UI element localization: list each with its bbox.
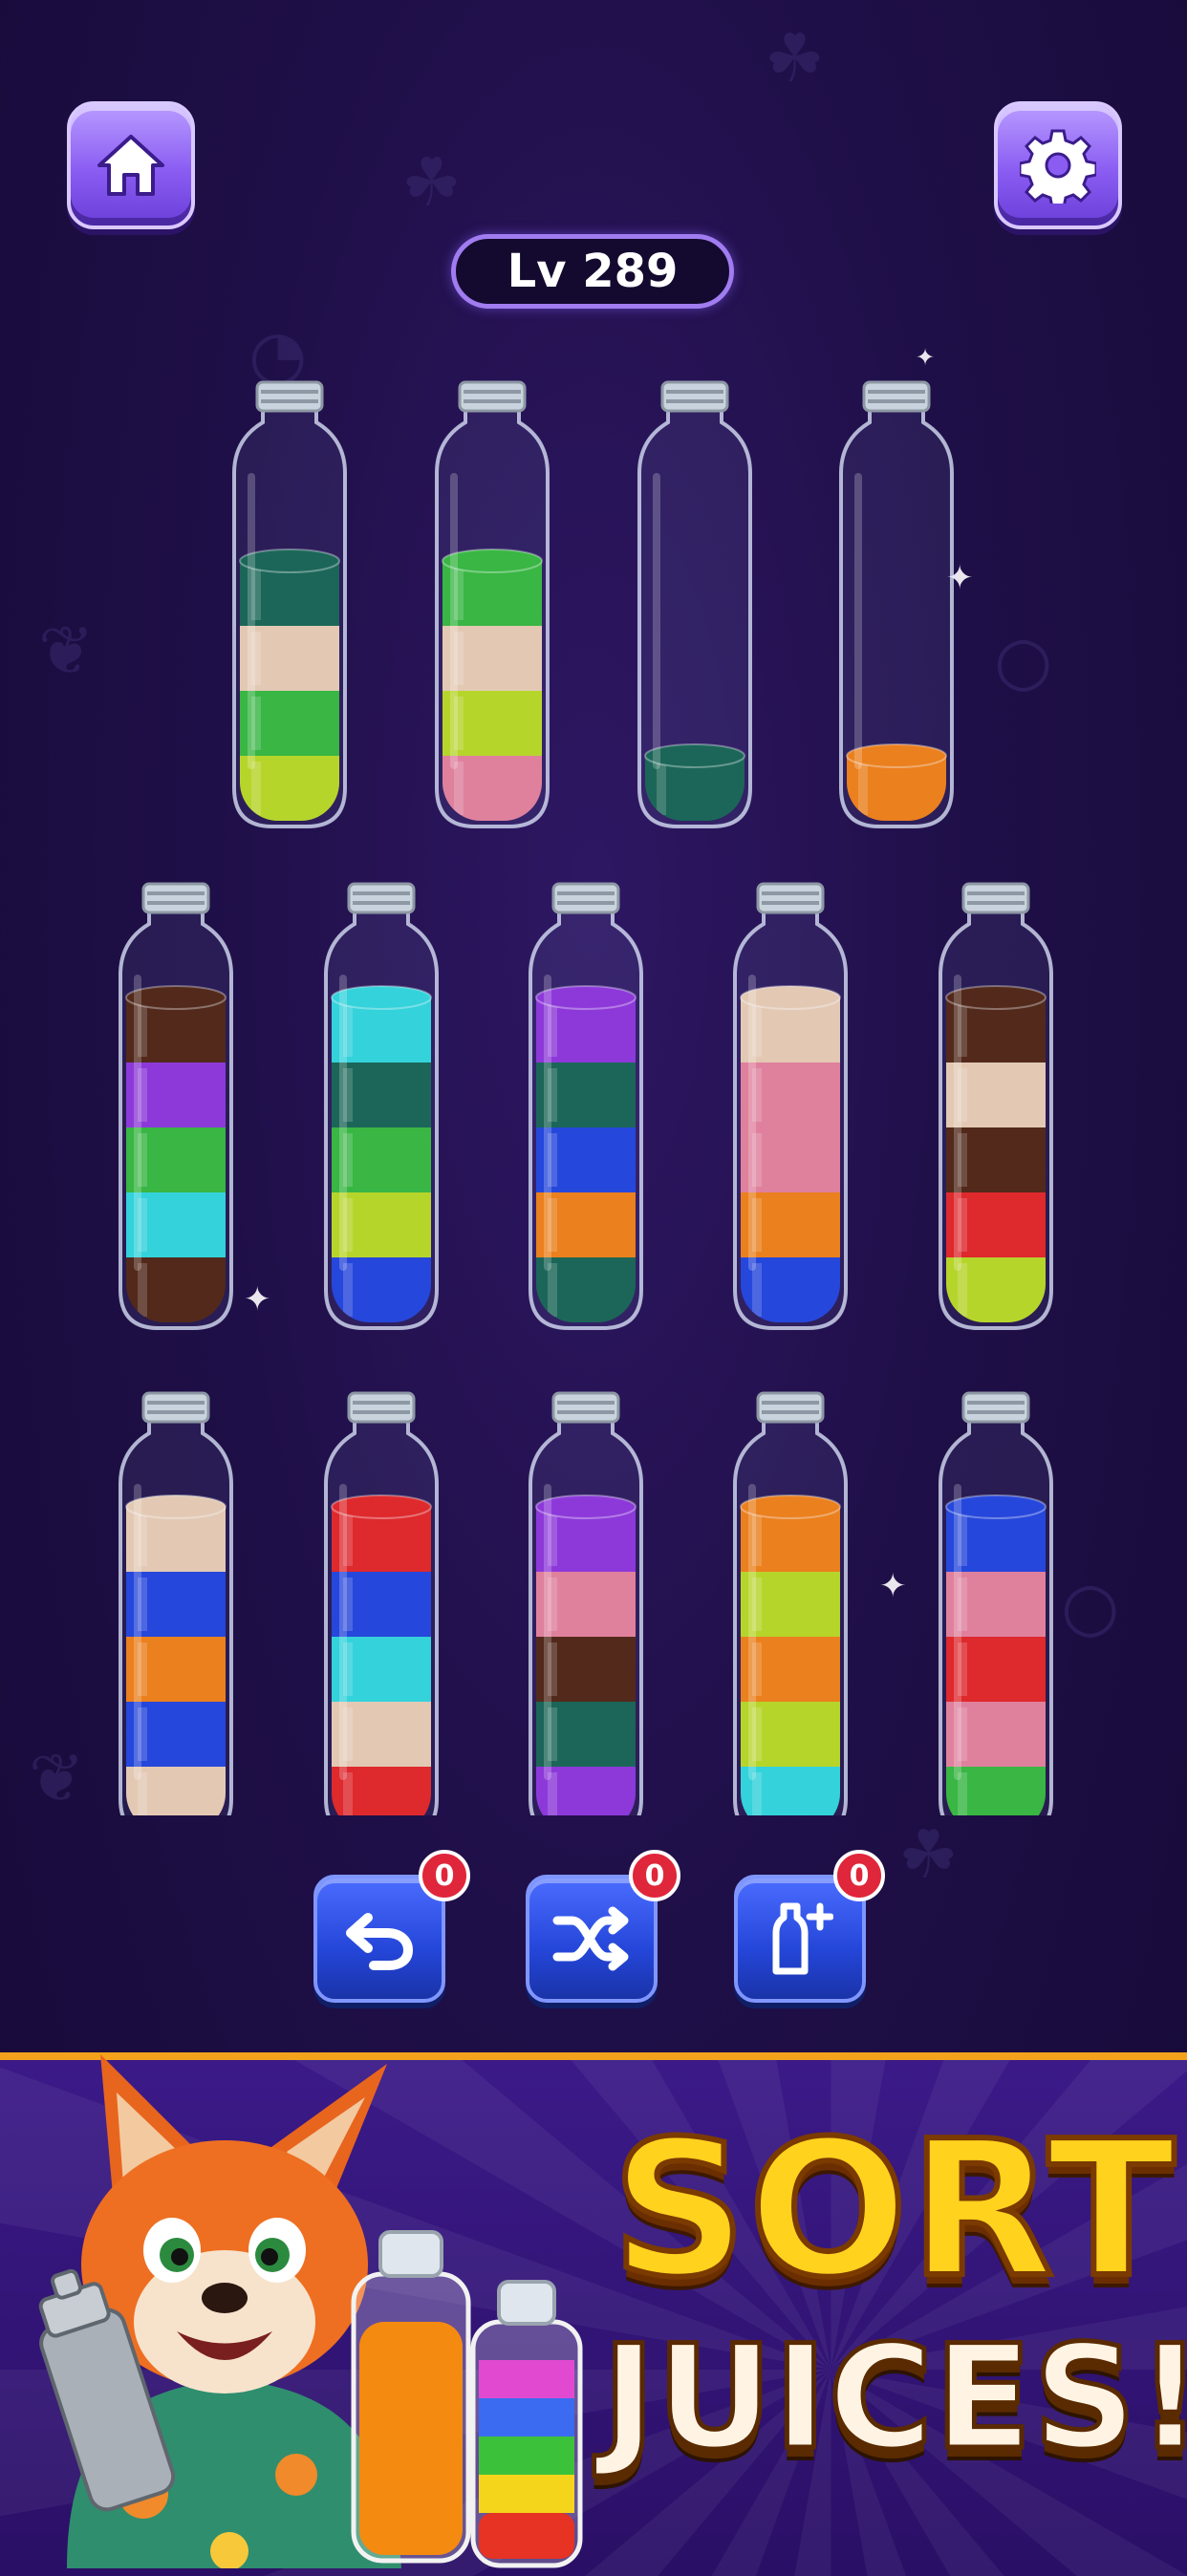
banner-title-juices: JUICES!: [600, 2315, 1187, 2481]
bottle[interactable]: [637, 380, 752, 830]
cap-ridge: [967, 901, 1025, 905]
cap-ridge: [557, 891, 615, 895]
glass-highlight: [748, 975, 756, 1271]
cap-ridge: [967, 1401, 1025, 1405]
cap-ridge: [464, 399, 521, 403]
add-bottle-icon: [772, 1902, 833, 1975]
glass-highlight: [748, 1484, 756, 1780]
bottle[interactable]: [232, 380, 347, 830]
bottle[interactable]: [529, 1391, 643, 1815]
fox-mascot-illustration: [38, 2054, 583, 2568]
bottle-cap: [961, 1391, 1030, 1424]
cap-ridge: [147, 1401, 205, 1405]
bottle[interactable]: [119, 882, 233, 1332]
cap-ridge: [147, 1410, 205, 1414]
cap-ridge: [353, 1410, 410, 1414]
bottle[interactable]: [529, 882, 643, 1332]
fruit-doodle-icon: ☘: [898, 1815, 959, 1894]
bottle-cap: [141, 882, 210, 914]
glass-highlight: [248, 473, 255, 769]
glass-highlight: [954, 1484, 961, 1780]
bottle-cap: [141, 1391, 210, 1424]
cap-ridge: [868, 399, 925, 403]
cap-ridge: [147, 891, 205, 895]
cap-ridge: [666, 390, 723, 394]
bottle[interactable]: [733, 1391, 848, 1815]
glass-highlight: [544, 975, 551, 1271]
bottle[interactable]: [435, 380, 550, 830]
banner-title-sort: SORT: [609, 2101, 1178, 2319]
bottle[interactable]: [939, 882, 1053, 1332]
bottle-grid: [119, 380, 1053, 1815]
bottle[interactable]: [939, 1391, 1053, 1815]
cap-ridge: [666, 399, 723, 403]
bottle-cap: [347, 1391, 416, 1424]
bottle-cap: [756, 882, 825, 914]
glass-highlight: [339, 1484, 347, 1780]
cap-ridge: [353, 891, 410, 895]
bottle-cap: [961, 882, 1030, 914]
bottle[interactable]: [733, 882, 848, 1332]
bottle[interactable]: [119, 1391, 233, 1815]
cap-ridge: [762, 1410, 819, 1414]
bottle-cap: [660, 380, 729, 413]
glass-highlight: [450, 473, 458, 769]
undo-icon: [346, 1913, 414, 1970]
bottle[interactable]: [324, 1391, 439, 1815]
cap-ridge: [762, 891, 819, 895]
cap-ridge: [762, 901, 819, 905]
shuffle-icon: [552, 1906, 629, 1971]
cap-ridge: [557, 1401, 615, 1405]
bottle-cap: [862, 380, 931, 413]
cap-ridge: [967, 891, 1025, 895]
bottle[interactable]: [324, 882, 439, 1332]
glass-highlight: [854, 473, 862, 769]
bottle-cap: [255, 380, 324, 413]
bottle-cap: [551, 882, 620, 914]
shuffle-count-badge: 0: [629, 1850, 680, 1901]
cap-ridge: [967, 1410, 1025, 1414]
bottle-cap: [551, 1391, 620, 1424]
bottle[interactable]: [839, 380, 954, 830]
cap-ridge: [868, 390, 925, 394]
cap-ridge: [557, 1410, 615, 1414]
cap-ridge: [557, 901, 615, 905]
glass-highlight: [339, 975, 347, 1271]
glass-highlight: [544, 1484, 551, 1780]
glass-highlight: [954, 975, 961, 1271]
cap-ridge: [261, 399, 318, 403]
glass-highlight: [134, 1484, 141, 1780]
add-bottle-count-badge: 0: [833, 1850, 885, 1901]
glass-highlight: [134, 975, 141, 1271]
bottle-cap: [347, 882, 416, 914]
cap-ridge: [147, 901, 205, 905]
glass-highlight: [653, 473, 660, 769]
bottle-cap: [756, 1391, 825, 1424]
bottle-cap: [458, 380, 527, 413]
cap-ridge: [762, 1401, 819, 1405]
cap-ridge: [464, 390, 521, 394]
cap-ridge: [353, 1401, 410, 1405]
cap-ridge: [353, 901, 410, 905]
undo-count-badge: 0: [419, 1850, 470, 1901]
cap-ridge: [261, 390, 318, 394]
